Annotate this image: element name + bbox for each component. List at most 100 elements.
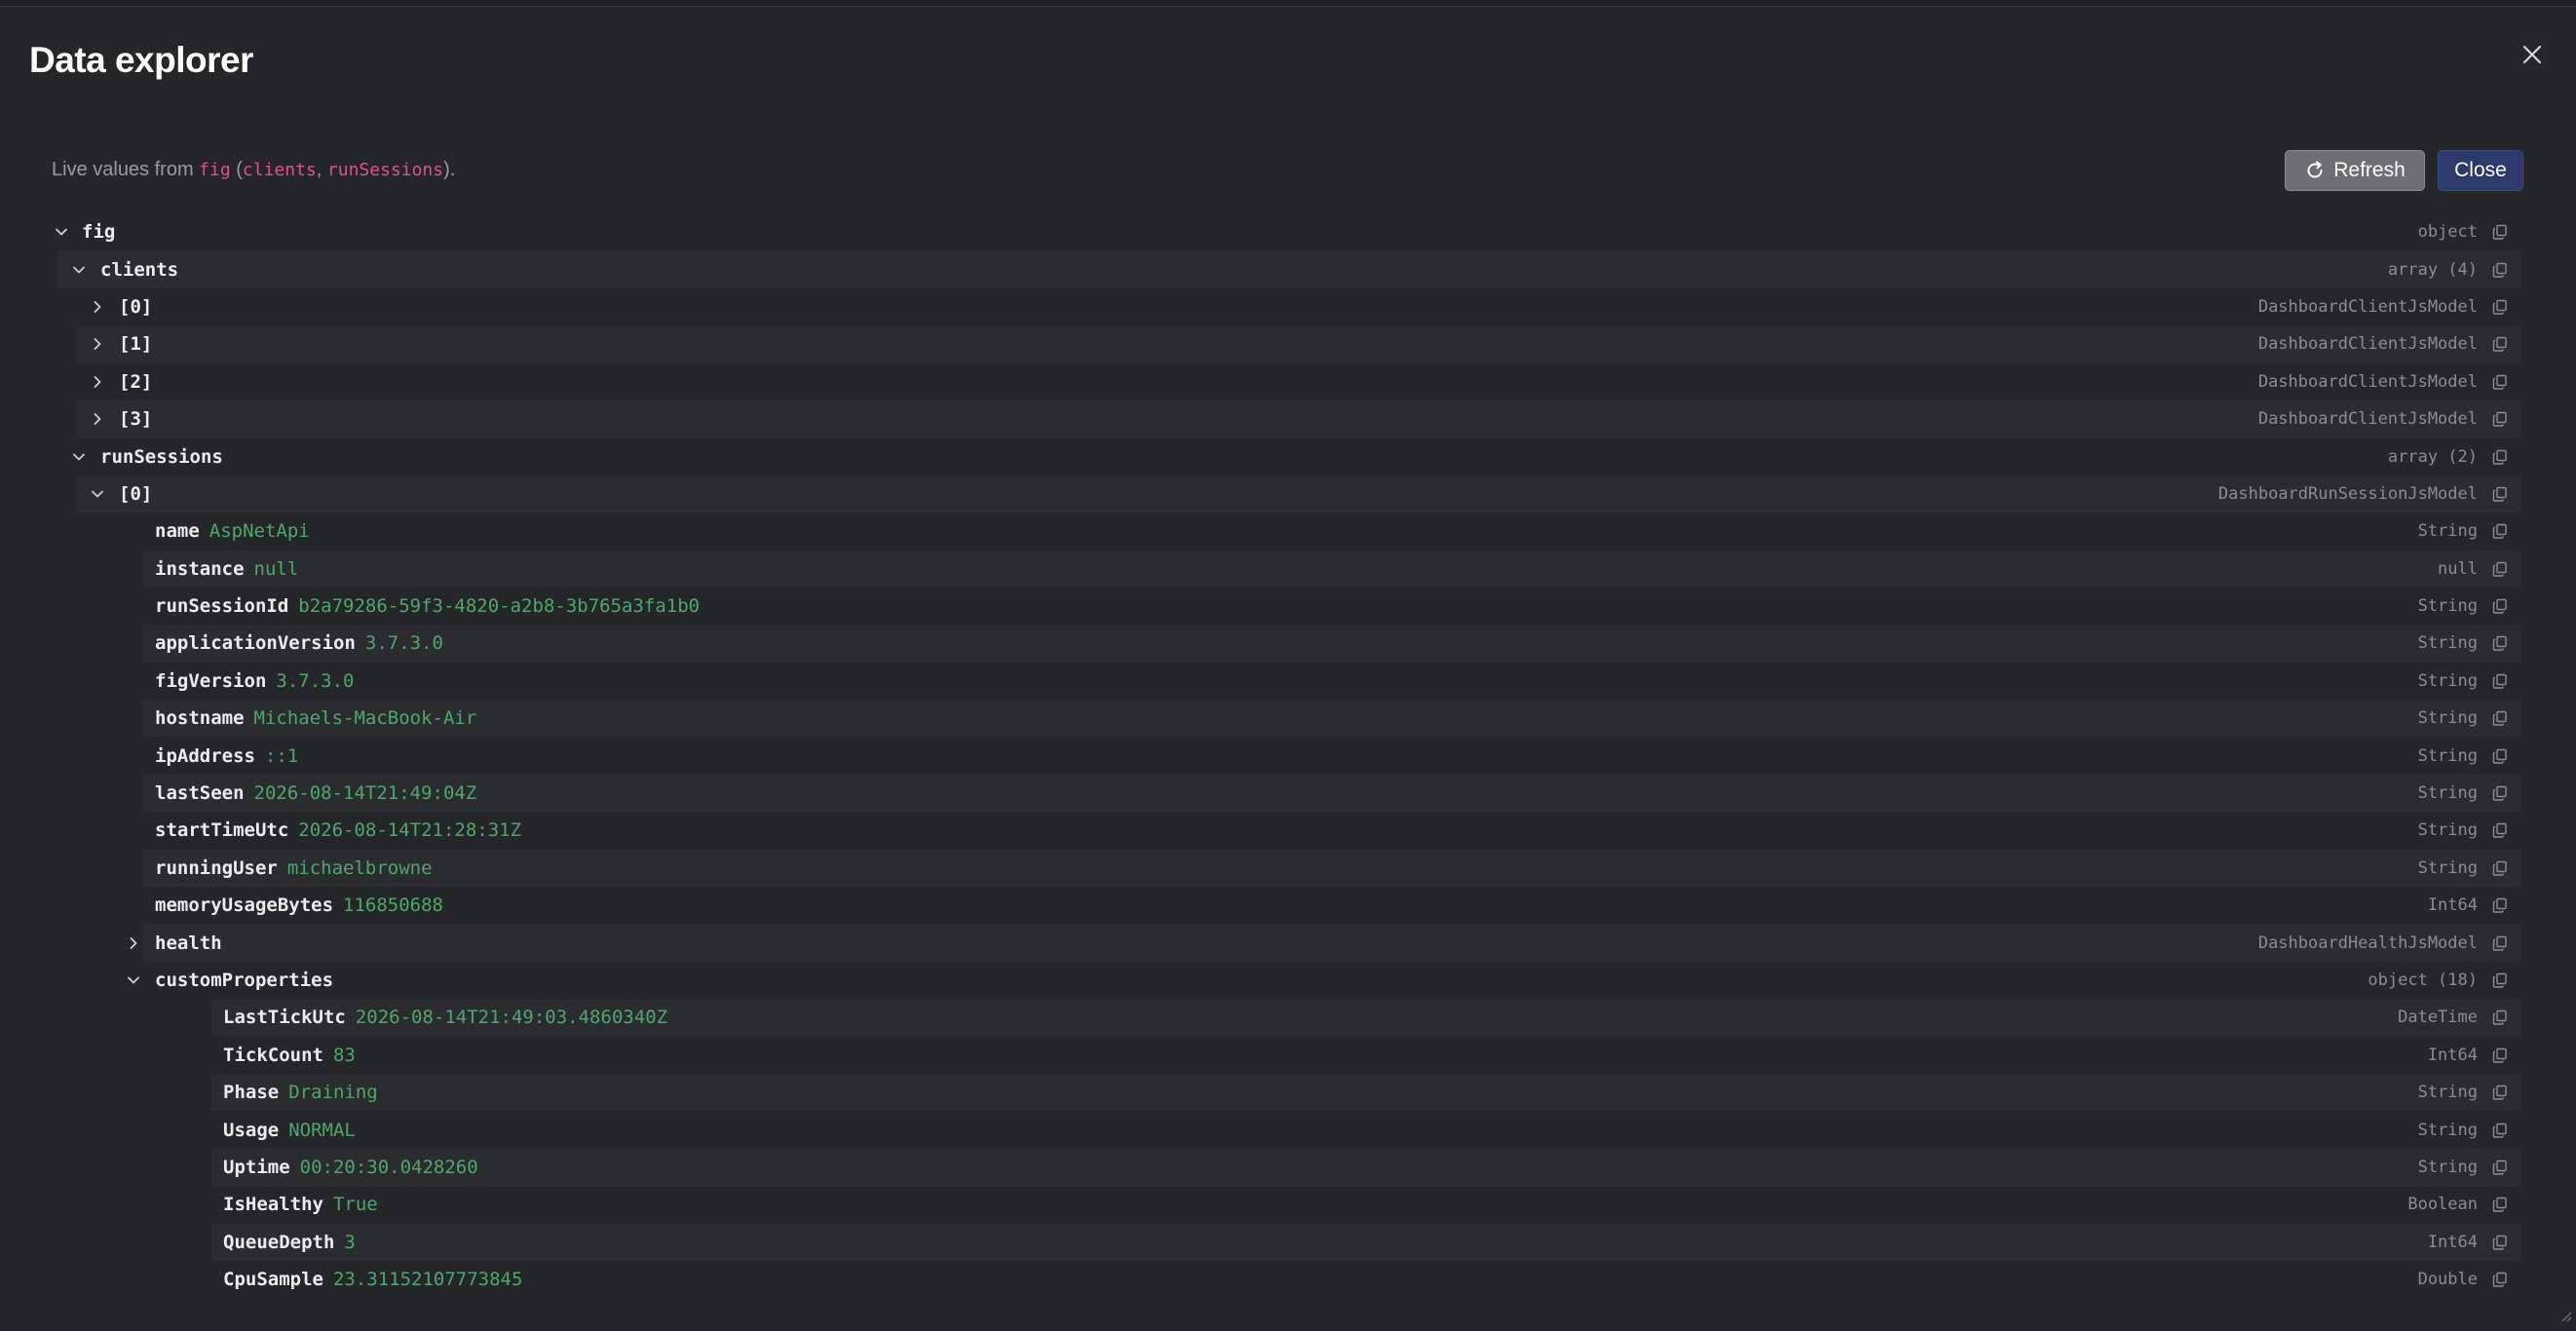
copy-icon[interactable]	[2490, 933, 2510, 953]
tree-value: michaelbrowne	[286, 856, 433, 879]
tree-row[interactable]: QueueDepth 3 Int64	[52, 1223, 2521, 1261]
tree-row[interactable]: name AspNetApi String	[52, 513, 2521, 550]
tree-row[interactable]: [1] DashboardClientJsModel	[52, 325, 2521, 363]
copy-icon[interactable]	[2490, 1195, 2510, 1214]
tree-key-label: instance	[155, 557, 245, 580]
tree-row[interactable]: startTimeUtc 2026-08-14T21:28:31Z String	[52, 812, 2521, 849]
tree-row[interactable]: ipAddress::1 String	[52, 737, 2521, 774]
tree-key-label: Phase	[223, 1082, 280, 1104]
chevron-down-icon[interactable]	[69, 447, 89, 467]
copy-icon[interactable]	[2490, 820, 2510, 840]
close-icon[interactable]	[2518, 40, 2547, 69]
copy-icon[interactable]	[2490, 970, 2510, 990]
chevron-right-icon[interactable]	[88, 334, 107, 354]
tree-row[interactable]: clients array (4)	[52, 250, 2521, 288]
tree-value: 2026-08-14T21:28:31Z	[298, 819, 522, 842]
tree-row[interactable]: memoryUsageBytes 116850688 Int64	[52, 887, 2521, 924]
tree-type: DashboardClientJsModel	[2257, 371, 2478, 392]
tree-row[interactable]: health DashboardHealthJsModel	[52, 924, 2521, 962]
copy-icon[interactable]	[2490, 1158, 2510, 1177]
tree-row[interactable]: Phase Draining String	[52, 1073, 2521, 1112]
tree-type: object (18)	[2368, 970, 2478, 990]
tree-row[interactable]: Uptime 00:20:30.0428260 String	[52, 1148, 2521, 1187]
copy-icon[interactable]	[2490, 1046, 2510, 1065]
data-tree: fig object clients array (4) [0] DashboardCli…	[52, 213, 2521, 1298]
tree-row[interactable]: fig object	[52, 213, 2521, 250]
row-background	[143, 625, 2521, 663]
tree-row[interactable]: instance null null	[52, 550, 2521, 588]
copy-icon[interactable]	[2490, 334, 2510, 354]
copy-icon[interactable]	[2490, 1270, 2510, 1289]
tree-key-label: [1]	[119, 333, 153, 356]
copy-icon[interactable]	[2490, 895, 2510, 915]
tree-key: [0]	[119, 483, 152, 505]
tree-row[interactable]: [0] DashboardRunSessionJsModel	[52, 475, 2521, 513]
tree-key-label: [2]	[119, 370, 153, 393]
copy-icon[interactable]	[2490, 222, 2510, 242]
tree-row[interactable]: LastTickUtc 2026-08-14T21:49:03.4860340Z D…	[52, 999, 2521, 1037]
tree-key: applicationVersion 3.7.3.0	[155, 632, 443, 654]
tree-value: AspNetApi	[208, 520, 310, 543]
copy-icon[interactable]	[2490, 708, 2510, 728]
tree-row[interactable]: [2] DashboardClientJsModel	[52, 363, 2521, 400]
tree-type: String	[2417, 1120, 2478, 1140]
tree-type: String	[2417, 670, 2478, 691]
tree-value: 3.7.3.0	[276, 669, 355, 692]
row-background	[211, 1186, 2521, 1223]
copy-icon[interactable]	[2490, 409, 2510, 429]
tree-row[interactable]: applicationVersion 3.7.3.0 String	[52, 625, 2521, 663]
tree-type: DashboardClientJsModel	[2257, 296, 2478, 317]
tree-row[interactable]: [0] DashboardClientJsModel	[52, 288, 2521, 325]
copy-icon[interactable]	[2490, 260, 2510, 280]
tree-value: 3	[344, 1231, 356, 1253]
copy-icon[interactable]	[2490, 1121, 2510, 1140]
tree-key: startTimeUtc 2026-08-14T21:28:31Z	[155, 819, 521, 841]
row-background	[211, 1073, 2521, 1112]
copy-icon[interactable]	[2490, 559, 2510, 579]
tree-row[interactable]: [3] DashboardClientJsModel	[52, 399, 2521, 438]
chevron-right-icon[interactable]	[88, 372, 107, 392]
chevron-right-icon[interactable]	[124, 933, 143, 953]
tree-row[interactable]: figVersion 3.7.3.0 String	[52, 663, 2521, 700]
row-background	[57, 437, 2521, 475]
chevron-down-icon[interactable]	[88, 484, 107, 504]
tree-value: NORMAL	[288, 1119, 356, 1141]
chevron-right-icon[interactable]	[88, 409, 107, 429]
tree-key: name AspNetApi	[155, 520, 310, 542]
tree-row[interactable]: hostname Michaels-MacBook-Air String	[52, 700, 2521, 738]
tree-row[interactable]: TickCount 83 Int64	[52, 1037, 2521, 1074]
copy-icon[interactable]	[2490, 596, 2510, 616]
tree-row[interactable]: IsHealthy True Boolean	[52, 1186, 2521, 1223]
copy-icon[interactable]	[2490, 372, 2510, 392]
tree-row[interactable]: lastSeen 2026-08-14T21:49:04Z String	[52, 774, 2521, 813]
copy-icon[interactable]	[2490, 1233, 2510, 1252]
tree-key-label: [3]	[119, 408, 153, 431]
chevron-down-icon[interactable]	[52, 222, 71, 242]
chevron-down-icon[interactable]	[69, 260, 89, 280]
tree-row[interactable]: Usage NORMAL String	[52, 1111, 2521, 1148]
tree-type: String	[2417, 708, 2478, 729]
copy-icon[interactable]	[2490, 671, 2510, 691]
copy-icon[interactable]	[2490, 1008, 2510, 1027]
tree-row[interactable]: runningUser michaelbrowne String	[52, 849, 2521, 888]
copy-icon[interactable]	[2490, 447, 2510, 467]
tree-row[interactable]: customProperties object (18)	[52, 962, 2521, 999]
tree-key: instance null	[155, 558, 298, 580]
copy-icon[interactable]	[2490, 858, 2510, 878]
chevron-down-icon[interactable]	[124, 970, 143, 990]
copy-icon[interactable]	[2490, 484, 2510, 504]
tree-row[interactable]: runSessions array (2)	[52, 437, 2521, 475]
tree-type: String	[2417, 521, 2478, 542]
chevron-right-icon[interactable]	[88, 297, 107, 317]
copy-icon[interactable]	[2490, 521, 2510, 541]
tree-row[interactable]: runSessionId b2a79286-59f3-4820-a2b8-3b76…	[52, 588, 2521, 625]
refresh-button[interactable]: Refresh	[2285, 150, 2425, 191]
copy-icon[interactable]	[2490, 783, 2510, 803]
copy-icon[interactable]	[2490, 633, 2510, 653]
copy-icon[interactable]	[2490, 297, 2510, 317]
copy-icon[interactable]	[2490, 1083, 2510, 1102]
resize-handle-icon[interactable]	[2558, 1309, 2572, 1327]
close-button[interactable]: Close	[2438, 150, 2523, 191]
tree-row[interactable]: CpuSample 23.31152107773845 Double	[52, 1261, 2521, 1298]
copy-icon[interactable]	[2490, 746, 2510, 766]
